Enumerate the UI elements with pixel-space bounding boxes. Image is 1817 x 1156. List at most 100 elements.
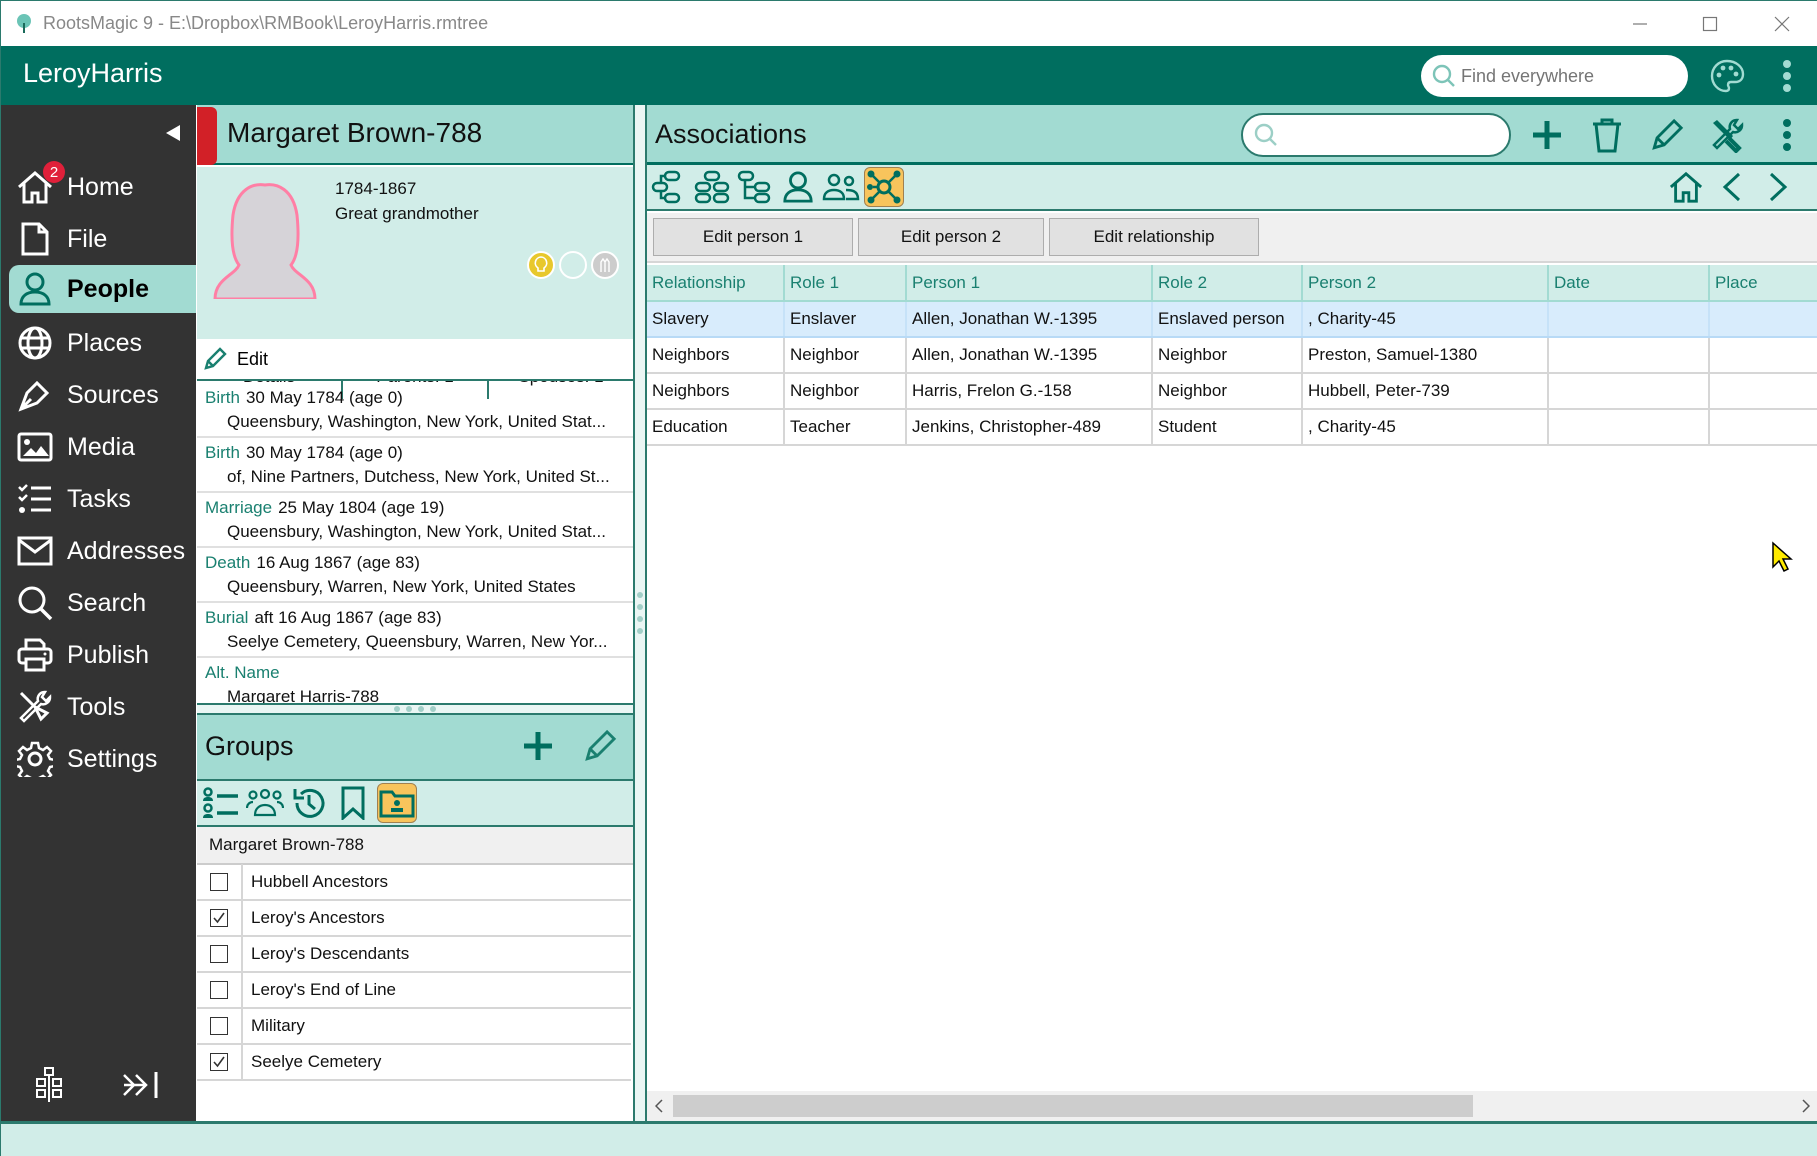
column-header-date[interactable]: Date <box>1548 265 1710 302</box>
column-header-role1[interactable]: Role 1 <box>784 265 907 302</box>
group-checkbox[interactable] <box>210 981 228 999</box>
scroll-left-button[interactable] <box>649 1095 669 1117</box>
associations-search-input[interactable] <box>1285 124 1505 146</box>
groups-toolbar <box>197 781 633 827</box>
groups-header: Groups <box>197 715 633 781</box>
table-row[interactable]: Neighbors Neighbor Allen, Jonathan W.-13… <box>647 337 1817 374</box>
sidebar-item-settings[interactable]: Settings <box>9 735 196 783</box>
header-more-button[interactable] <box>1767 56 1807 96</box>
home-person-button[interactable] <box>1666 167 1706 207</box>
edit-person1-button[interactable]: Edit person 1 <box>653 218 853 256</box>
column-header-person2[interactable]: Person 2 <box>1302 265 1549 302</box>
people-view-button[interactable] <box>821 167 861 207</box>
scroll-right-button[interactable] <box>1796 1095 1816 1117</box>
more-options-button[interactable] <box>1767 115 1807 155</box>
event-row[interactable]: Marriage 25 May 1804 (age 19) Queensbury, … <box>197 493 633 548</box>
tree-structure-icon <box>36 1067 62 1102</box>
group-checkbox[interactable] <box>210 1017 228 1035</box>
group-checkbox[interactable] <box>210 873 228 891</box>
group-row[interactable]: Leroy's End of Line <box>197 972 631 1009</box>
sidebar-item-people[interactable]: People <box>9 265 196 313</box>
person-icon <box>19 272 51 306</box>
scrollbar-thumb[interactable] <box>673 1095 1473 1117</box>
groups-view-button[interactable] <box>377 783 417 823</box>
events-list: Birth 30 May 1784 (age 0) Queensbury, Wash… <box>197 383 633 713</box>
column-header-person1[interactable]: Person 1 <box>906 265 1153 302</box>
edit-person-button[interactable]: Edit <box>197 339 633 381</box>
find-everywhere-box[interactable] <box>1421 55 1688 97</box>
event-row[interactable]: Birth 30 May 1784 (age 0) of, Nine Partner… <box>197 438 633 493</box>
event-row[interactable]: Burial aft 16 Aug 1867 (age 83) Seelye Cem… <box>197 603 633 658</box>
group-members-button[interactable] <box>245 783 285 823</box>
sidebar-item-addresses[interactable]: Addresses <box>9 527 196 575</box>
edit-group-button[interactable] <box>583 729 617 767</box>
descendants-view-button[interactable] <box>735 167 775 207</box>
column-header-role2[interactable]: Role 2 <box>1152 265 1303 302</box>
collapse-sidebar-button[interactable] <box>164 123 184 143</box>
theme-button[interactable] <box>1707 56 1747 96</box>
history-button[interactable] <box>289 783 329 823</box>
pin-sidebar-button[interactable] <box>121 1065 161 1105</box>
app-tree-icon <box>17 13 31 33</box>
pedigree-view-button[interactable] <box>649 167 689 207</box>
sidebar-item-tasks[interactable]: Tasks <box>9 475 196 523</box>
sidebar-item-home[interactable]: 2 Home <box>9 161 196 211</box>
sidebar-item-media[interactable]: Media <box>9 423 196 471</box>
sidebar-item-publish[interactable]: Publish <box>9 631 196 679</box>
edit-relationship-button[interactable]: Edit relationship <box>1049 218 1259 256</box>
delete-association-button[interactable] <box>1587 115 1627 155</box>
back-button[interactable] <box>1712 167 1752 207</box>
person-view-button[interactable] <box>778 167 818 207</box>
find-everywhere-input[interactable] <box>1461 65 1671 87</box>
hint-lightbulb-icon[interactable] <box>527 251 555 279</box>
family-tree-view-button[interactable] <box>29 1065 69 1105</box>
minimize-button[interactable] <box>1605 1 1675 46</box>
sidebar-item-file[interactable]: File <box>9 215 196 263</box>
sidebar-item-label: Addresses <box>67 536 186 565</box>
table-row[interactable]: Education Teacher Jenkins, Christopher-4… <box>647 409 1817 446</box>
forward-button[interactable] <box>1758 167 1798 207</box>
bookmarks-button[interactable] <box>333 783 373 823</box>
sidebar-item-tools[interactable]: Tools <box>9 683 196 731</box>
sidebar-item-label: Places <box>67 328 143 357</box>
vertical-splitter[interactable] <box>633 105 647 1121</box>
group-row[interactable]: Military <box>197 1008 631 1045</box>
group-row[interactable]: Hubbell Ancestors <box>197 864 631 901</box>
event-row[interactable]: Death 16 Aug 1867 (age 83) Queensbury, War… <box>197 548 633 603</box>
table-row[interactable]: Slavery Enslaver Allen, Jonathan W.-1395… <box>647 301 1817 338</box>
status-circle-icon[interactable] <box>559 251 587 279</box>
descendants-icon <box>737 170 771 204</box>
column-header-place[interactable]: Place <box>1709 265 1817 302</box>
group-row[interactable]: Seelye Cemetery <box>197 1044 631 1081</box>
sidebar-item-sources[interactable]: Sources <box>9 371 196 419</box>
horizontal-scrollbar[interactable] <box>647 1091 1817 1121</box>
sidebar-item-places[interactable]: Places <box>9 319 196 367</box>
close-button[interactable] <box>1747 1 1817 46</box>
familysearch-icon[interactable] <box>591 251 619 279</box>
person-color-tag[interactable] <box>197 107 217 165</box>
horizontal-splitter[interactable] <box>197 703 633 715</box>
group-checkbox[interactable] <box>210 1053 228 1071</box>
column-header-relationship[interactable]: Relationship <box>647 265 785 302</box>
table-row[interactable]: Neighbors Neighbor Harris, Frelon G.-158… <box>647 373 1817 410</box>
sidebar-item-label: People <box>67 274 149 303</box>
female-silhouette-icon[interactable] <box>209 179 321 299</box>
group-checkbox[interactable] <box>210 909 228 927</box>
sidebar-item-search[interactable]: Search <box>9 579 196 627</box>
add-group-button[interactable] <box>521 729 555 767</box>
groups-list: Hubbell Ancestors Leroy's Ancestors Lero… <box>197 864 631 1081</box>
family-view-button[interactable] <box>692 167 732 207</box>
home-icon <box>1669 171 1703 203</box>
edit-person2-button[interactable]: Edit person 2 <box>858 218 1044 256</box>
people-list-button[interactable] <box>201 783 241 823</box>
edit-association-button[interactable] <box>1647 115 1687 155</box>
group-checkbox[interactable] <box>210 945 228 963</box>
group-row[interactable]: Leroy's Ancestors <box>197 900 631 937</box>
maximize-button[interactable] <box>1675 1 1745 46</box>
add-association-button[interactable] <box>1527 115 1567 155</box>
associations-view-button[interactable] <box>864 167 904 207</box>
event-row[interactable]: Birth 30 May 1784 (age 0) Queensbury, Wash… <box>197 383 633 438</box>
group-row[interactable]: Leroy's Descendants <box>197 936 631 973</box>
associations-search-box[interactable] <box>1241 113 1511 157</box>
tools-button[interactable] <box>1707 115 1747 155</box>
